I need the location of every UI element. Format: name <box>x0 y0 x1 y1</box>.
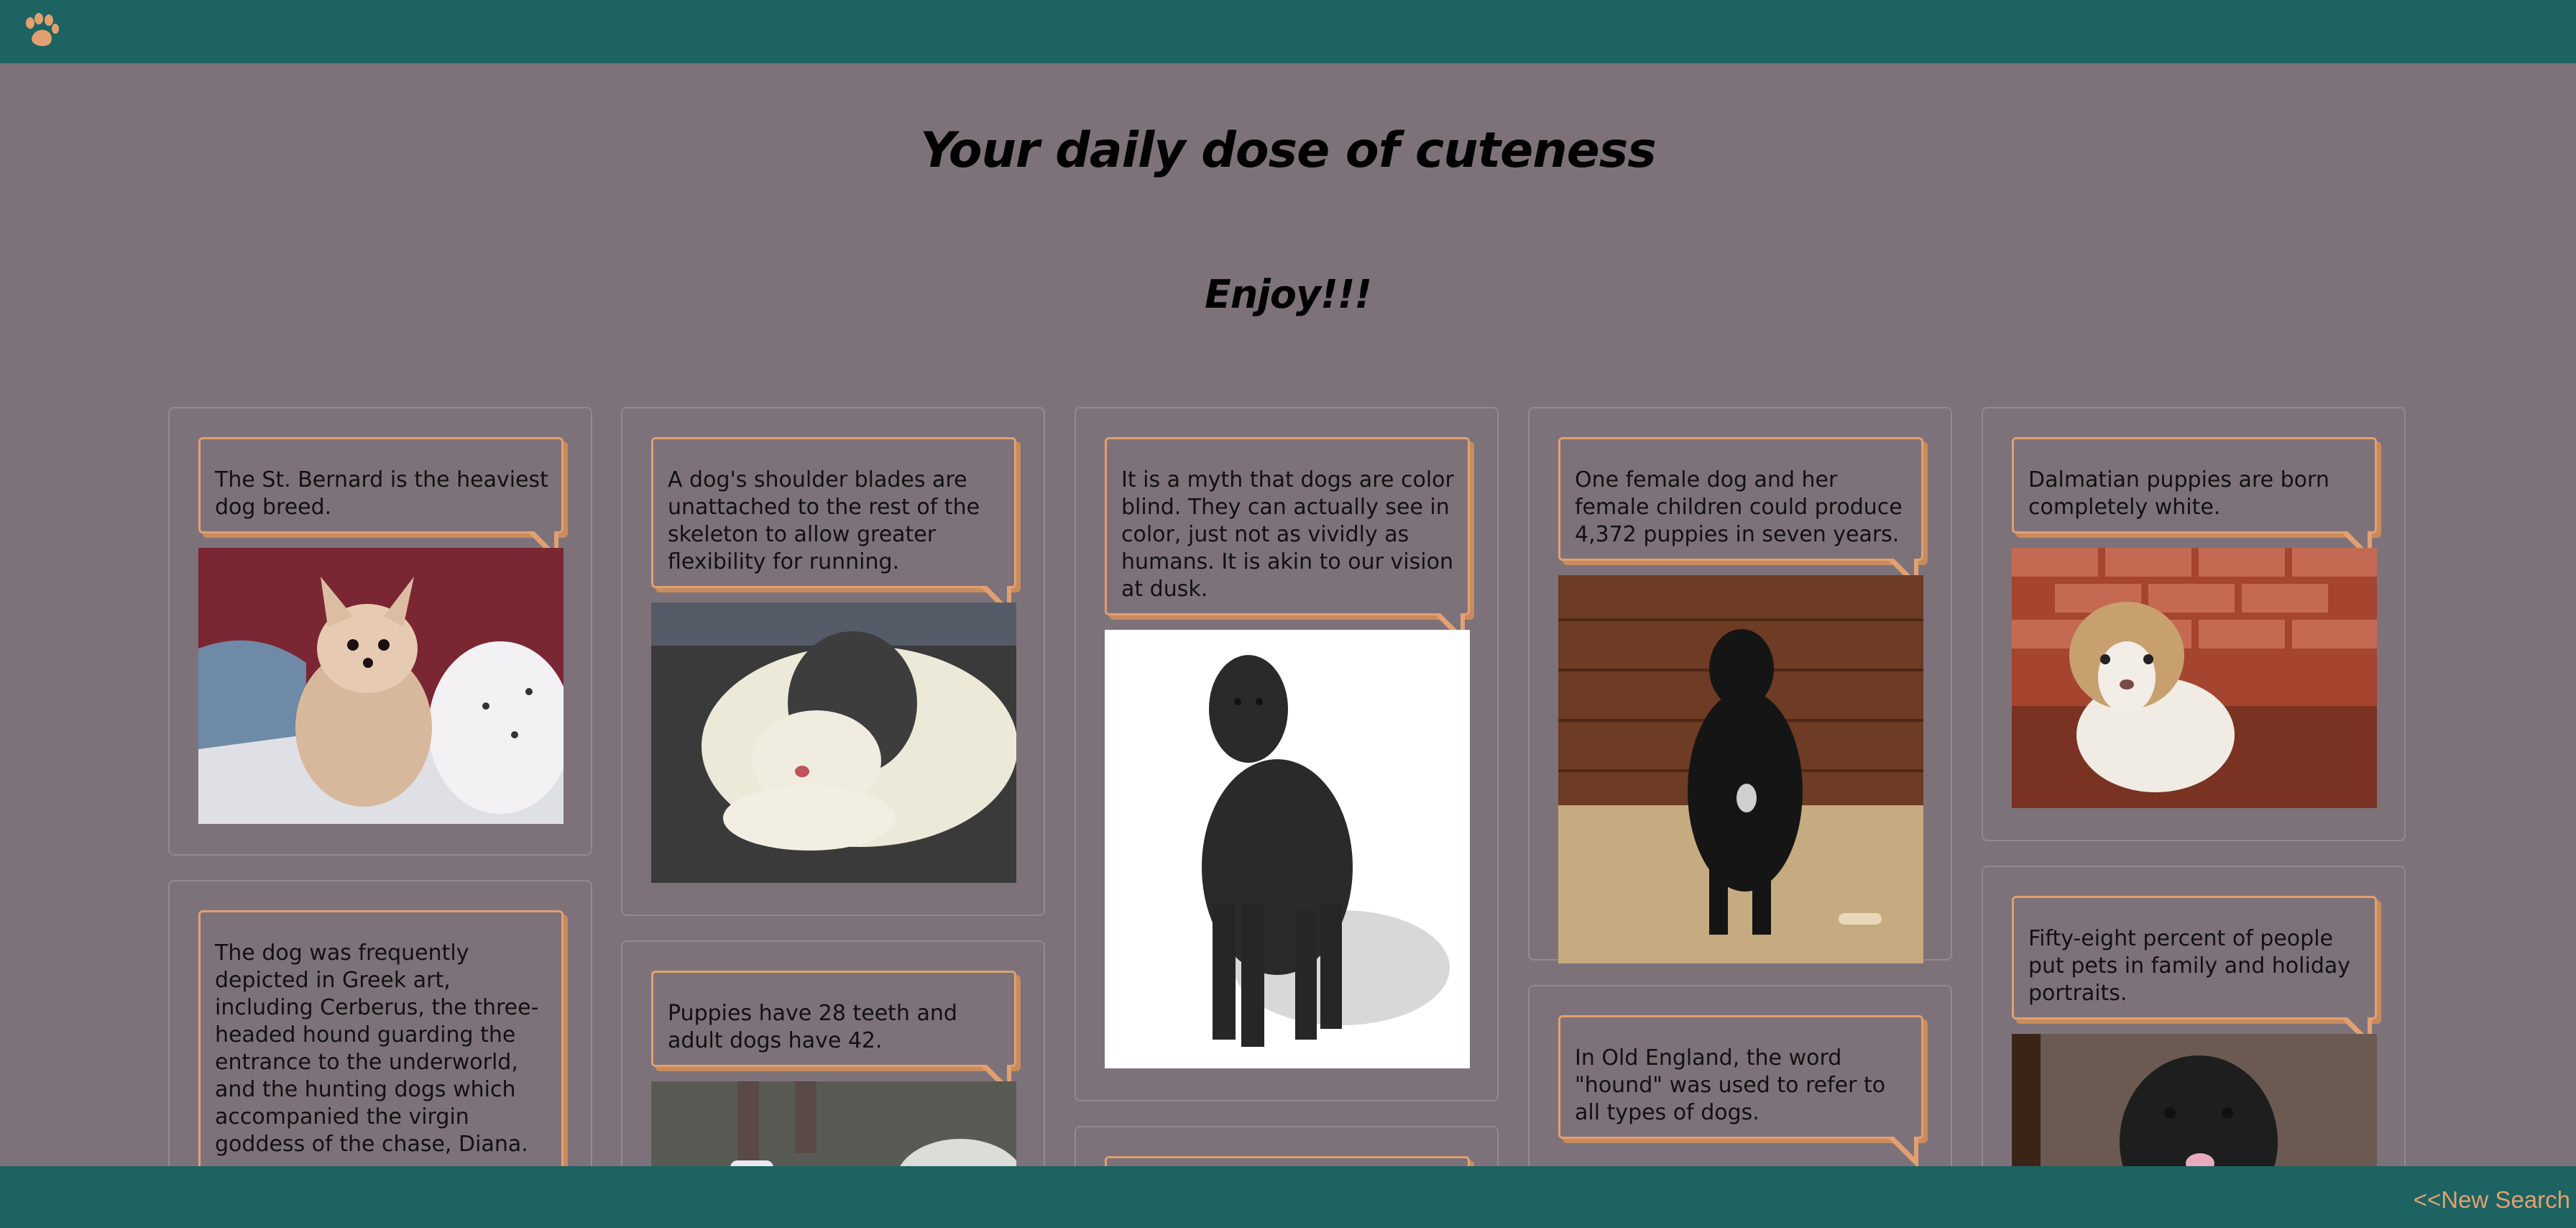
fact-bubble: One female dog and her female children c… <box>1558 437 1923 590</box>
fact-bubble: Puppies have 28 teeth and adult dogs hav… <box>651 971 1016 1096</box>
fact-bubble: A dog's shoulder blades are unattached t… <box>651 437 1016 618</box>
fact-text: Dalmatian puppies are born completely wh… <box>2028 467 2329 520</box>
fact-bubble <box>1105 1156 1470 1166</box>
fact-card: In Old England, the word "hound" was use… <box>1528 985 1952 1166</box>
fact-bubble: Dalmatian puppies are born completely wh… <box>2012 437 2377 563</box>
fact-card: The dog was frequently depicted in Greek… <box>168 880 592 1166</box>
fact-card: Puppies have 28 teeth and adult dogs hav… <box>621 940 1045 1166</box>
fact-card: Fifty-eight percent of people put pets i… <box>1982 866 2406 1166</box>
fact-text: It is a myth that dogs are color blind. … <box>1121 467 1454 602</box>
page-title: Your daily dose of cuteness <box>920 122 1656 179</box>
fact-bubble: The dog was frequently depicted in Greek… <box>198 910 564 1166</box>
dog-photo <box>2012 548 2377 808</box>
fact-text: The St. Bernard is the heaviest dog bree… <box>215 467 548 520</box>
fact-text: Puppies have 28 teeth and adult dogs hav… <box>668 1001 957 1053</box>
fact-card <box>1075 1126 1499 1166</box>
dog-photo <box>1105 630 1470 1068</box>
fact-card: It is a myth that dogs are color blind. … <box>1075 407 1499 1101</box>
fact-text: A dog's shoulder blades are unattached t… <box>668 467 980 574</box>
fact-text: In Old England, the word "hound" was use… <box>1575 1045 1886 1125</box>
dog-photo <box>2012 1034 2377 1166</box>
fact-bubble: It is a myth that dogs are color blind. … <box>1105 437 1470 645</box>
fact-bubble: In Old England, the word "hound" was use… <box>1558 1015 1923 1166</box>
paw-icon[interactable] <box>22 13 60 49</box>
new-search-link[interactable]: <<New Search <box>2414 1186 2570 1214</box>
top-navbar <box>0 0 2576 63</box>
fact-card: A dog's shoulder blades are unattached t… <box>621 407 1045 916</box>
fact-card: The St. Bernard is the heaviest dog bree… <box>168 407 592 856</box>
content-area: Your daily dose of cuteness Enjoy!!! The… <box>0 63 2576 1166</box>
fact-text: The dog was frequently depicted in Greek… <box>215 940 539 1157</box>
dog-photo <box>1558 575 1923 963</box>
dog-photo <box>651 1081 1016 1166</box>
fact-bubble: Fifty-eight percent of people put pets i… <box>2012 896 2377 1049</box>
fact-card: One female dog and her female children c… <box>1528 407 1952 963</box>
fact-text: Fifty-eight percent of people put pets i… <box>2028 926 2350 1006</box>
bubble-tail <box>1887 1134 1918 1166</box>
fact-text: One female dog and her female children c… <box>1575 467 1903 547</box>
dog-photo <box>651 602 1016 883</box>
bottom-bar: <<New Search <box>0 1166 2576 1228</box>
page-subtitle: Enjoy!!! <box>1204 272 1372 317</box>
fact-card: Dalmatian puppies are born completely wh… <box>1982 407 2406 841</box>
fact-bubble: The St. Bernard is the heaviest dog bree… <box>198 437 564 563</box>
dog-photo <box>198 548 564 824</box>
